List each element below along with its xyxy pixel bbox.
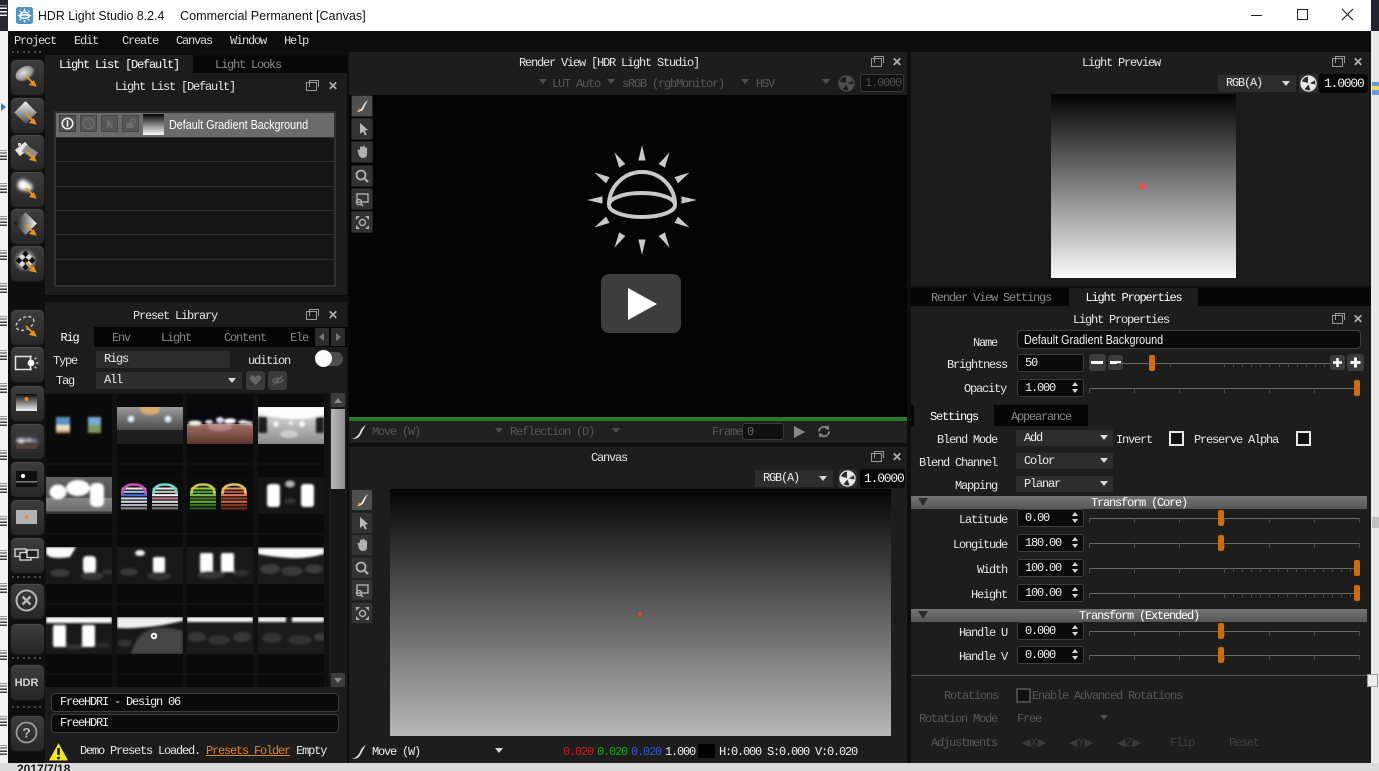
svg-text:?: ? — [22, 725, 31, 741]
svg-text:S: S — [86, 120, 91, 129]
svg-text:HDR: HDR — [15, 677, 39, 689]
